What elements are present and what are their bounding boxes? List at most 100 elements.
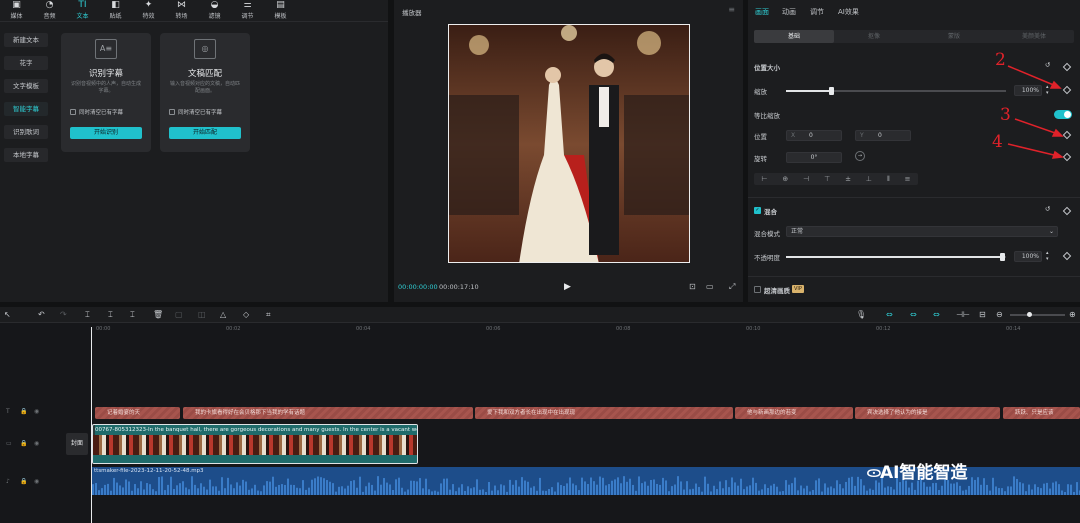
waveform-bar — [137, 488, 139, 495]
freeze-icon[interactable]: ▢ — [175, 310, 183, 319]
waveform-bar — [1016, 478, 1018, 495]
text-track-icon: T — [6, 408, 10, 415]
waveform-bar — [500, 484, 502, 495]
waveform-bar — [485, 491, 487, 495]
cover-button[interactable]: 封面 — [66, 433, 88, 455]
waveform-bar — [983, 478, 985, 495]
video-thumbnails — [93, 435, 417, 455]
waveform-bar — [923, 482, 925, 495]
waveform-bar — [452, 484, 454, 495]
text-clip[interactable]: 跃跃、只是应该 — [1003, 407, 1080, 419]
waveform-bar — [704, 476, 706, 495]
waveform-bar — [404, 491, 406, 495]
preview-axis-icon[interactable]: ⊟ — [979, 310, 986, 319]
link-audio-icon[interactable]: ⇔ — [910, 310, 917, 319]
redo-icon[interactable]: ↷ — [60, 310, 67, 319]
mirror-icon[interactable]: ◫ — [198, 310, 206, 319]
split-icon[interactable]: ⌶ — [85, 310, 90, 320]
zoom-out-icon[interactable]: ⊖ — [996, 310, 1003, 319]
split-left-icon[interactable]: ⌶ — [108, 310, 113, 320]
zoom-in-icon[interactable]: ⊕ — [1069, 310, 1076, 319]
lock-icon[interactable]: 🔒 — [20, 440, 27, 447]
ruler-tick: 00:14 — [1006, 326, 1021, 332]
waveform-bar — [269, 481, 271, 495]
eye-icon[interactable]: ◉ — [34, 408, 39, 415]
waveform-bar — [1004, 491, 1006, 495]
text-clip[interactable]: 宾决选择了他认为的接是 — [855, 407, 1000, 419]
waveform-bar — [869, 488, 871, 495]
crop-icon[interactable]: ⌗ — [266, 310, 271, 320]
video-clip[interactable]: 00767-805312323-In the banquet hall, the… — [92, 424, 418, 464]
ruler-tick: 00:08 — [616, 326, 631, 332]
lock-icon[interactable]: 🔒 — [20, 408, 27, 415]
link-main-icon[interactable]: ⇔ — [886, 310, 893, 319]
waveform-bar — [548, 489, 550, 495]
select-tool-icon[interactable]: ↖ — [4, 310, 11, 319]
waveform-bar — [653, 479, 655, 495]
waveform-bar — [344, 488, 346, 495]
waveform-bar — [134, 484, 136, 495]
zoom-slider-knob[interactable] — [1027, 312, 1032, 317]
waveform-bar — [818, 478, 820, 495]
waveform-bar — [965, 489, 967, 495]
waveform-bar — [1052, 482, 1054, 495]
waveform-bar — [386, 482, 388, 495]
waveform-bar — [98, 490, 100, 495]
waveform-bar — [599, 476, 601, 495]
snap-icon[interactable]: ⊣⊢ — [956, 310, 970, 319]
waveform-bar — [203, 486, 205, 495]
waveform-bar — [377, 476, 379, 495]
waveform-bar — [179, 483, 181, 495]
waveform-bar — [350, 481, 352, 495]
waveform-bar — [530, 487, 532, 495]
waveform-bar — [863, 485, 865, 495]
link-track-icon[interactable]: ⇔ — [933, 310, 940, 319]
waveform-bar — [926, 486, 928, 495]
waveform-bar — [872, 489, 874, 495]
waveform-bar — [629, 478, 631, 495]
waveform-bar — [899, 482, 901, 495]
text-clip[interactable]: 他与新画那边的若变 — [735, 407, 853, 419]
marker-icon[interactable]: △ — [220, 310, 226, 319]
waveform-bar — [620, 483, 622, 495]
waveform-bar — [731, 477, 733, 495]
waveform-bar — [830, 486, 832, 495]
mic-icon[interactable]: 🎙 — [856, 310, 866, 319]
waveform-bar — [167, 484, 169, 495]
undo-icon[interactable]: ↶ — [38, 310, 45, 319]
waveform-bar — [764, 484, 766, 495]
waveform-bar — [92, 484, 94, 495]
waveform-bar — [587, 484, 589, 495]
waveform-bar — [857, 476, 859, 495]
waveform-bar — [1073, 491, 1075, 495]
waveform-bar — [236, 482, 238, 495]
waveform-bar — [797, 490, 799, 495]
waveform-bar — [992, 477, 994, 495]
zoom-slider[interactable] — [1010, 312, 1065, 317]
waveform-bar — [521, 477, 523, 495]
waveform-bar — [419, 478, 421, 495]
waveform-bar — [716, 489, 718, 495]
text-clip[interactable]: 记着婚宴的天 — [95, 407, 180, 419]
waveform-bar — [938, 490, 940, 495]
split-right-icon[interactable]: ⌶ — [130, 310, 135, 320]
waveform-bar — [449, 489, 451, 495]
delete-icon[interactable]: 🗑 — [153, 310, 163, 319]
rotate-icon[interactable]: ◇ — [243, 310, 249, 319]
waveform-bar — [329, 481, 331, 495]
waveform-bar — [146, 483, 148, 495]
waveform-bar — [368, 482, 370, 495]
waveform-bar — [722, 488, 724, 495]
waveform-bar — [431, 491, 433, 495]
waveform-bar — [812, 489, 814, 495]
playhead[interactable] — [91, 327, 92, 523]
speaker-icon[interactable]: ◉ — [34, 478, 39, 485]
eye-icon[interactable]: ◉ — [34, 440, 39, 447]
ruler-tick: 00:04 — [356, 326, 371, 332]
lock-icon[interactable]: 🔒 — [20, 478, 27, 485]
waveform-bar — [506, 491, 508, 495]
waveform-bar — [314, 478, 316, 495]
waveform-bar — [761, 489, 763, 495]
text-clip[interactable]: 爱下我和双方者长在出现中在出现现 — [475, 407, 733, 419]
text-clip[interactable]: 我的卡旗看得好在会贝格那下当我的学有话题 — [183, 407, 473, 419]
